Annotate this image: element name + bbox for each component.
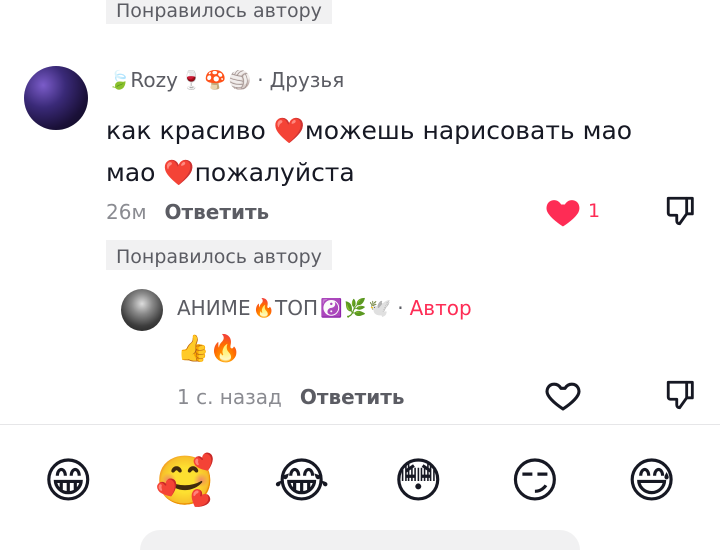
grin-emoji-button[interactable]: 😁 [36,451,100,511]
like-count: 1 [588,200,601,222]
flushed-emoji-button[interactable]: 😳 [386,451,450,511]
heart-outline-icon [545,382,581,411]
thumbs-down-icon [666,380,694,410]
reply-meta: 1 с. назад Ответить [177,385,405,409]
comment-input[interactable] [140,530,580,550]
dove-icon: 🕊️ [368,297,392,319]
comment-meta: 26м Ответить [106,200,269,224]
reply-button[interactable]: Ответить [165,200,270,224]
dislike-button[interactable] [664,378,698,416]
heart-emoji: ❤️ [163,158,195,187]
yin-yang-icon: ☯️ [320,297,343,319]
username[interactable]: Rozy [130,68,178,92]
like-button[interactable]: 1 [544,194,600,228]
liked-by-author-badge: Понравилось автору [106,0,332,24]
wine-icon: 🍷 [180,69,203,91]
leaf-icon: 🍃 [108,69,131,91]
reply-header: АНИМЕ 🔥 ТОП ☯️ 🌿 🕊️ · Автор [177,296,472,320]
mushroom-icon: 🍄 [204,69,227,91]
username-part: ТОП [275,296,318,320]
herb-icon: 🌿 [344,297,367,319]
comment-text: как красиво ❤️можешь нарисовать мао мао … [106,116,633,187]
heart-filled-icon [546,200,580,227]
avatar[interactable] [24,66,88,130]
like-button[interactable] [544,378,582,412]
separator-dot: · [257,68,264,92]
reply-text: 👍🔥 [177,334,242,364]
quick-emoji-bar: 😁 🥰 😂 😳 😏 😅 [0,446,720,516]
separator-dot: · [397,296,404,320]
thumbs-down-icon [666,196,694,226]
liked-by-author-badge: Понравилось автору [106,240,332,270]
sweat-smile-emoji-button[interactable]: 😅 [620,451,684,511]
timestamp: 26м [106,200,147,224]
comment-header: 🍃 Rozy 🍷 🍄 🏐 · Друзья [106,68,344,92]
dislike-button[interactable] [664,194,698,232]
relation-label: Друзья [269,68,345,92]
tears-of-joy-emoji-button[interactable]: 😂 [270,451,334,511]
smirk-emoji-button[interactable]: 😏 [503,451,567,511]
author-tag: Автор [409,296,472,320]
avatar[interactable] [121,289,163,331]
timestamp: 1 с. назад [177,385,282,409]
volleyball-icon: 🏐 [228,69,252,91]
username[interactable]: АНИМЕ [177,296,251,320]
smiling-hearts-emoji-button[interactable]: 🥰 [153,451,217,511]
divider [0,424,720,425]
reply-button[interactable]: Ответить [300,385,405,409]
fire-icon: 🔥 [252,297,275,319]
heart-emoji: ❤️ [273,116,305,145]
